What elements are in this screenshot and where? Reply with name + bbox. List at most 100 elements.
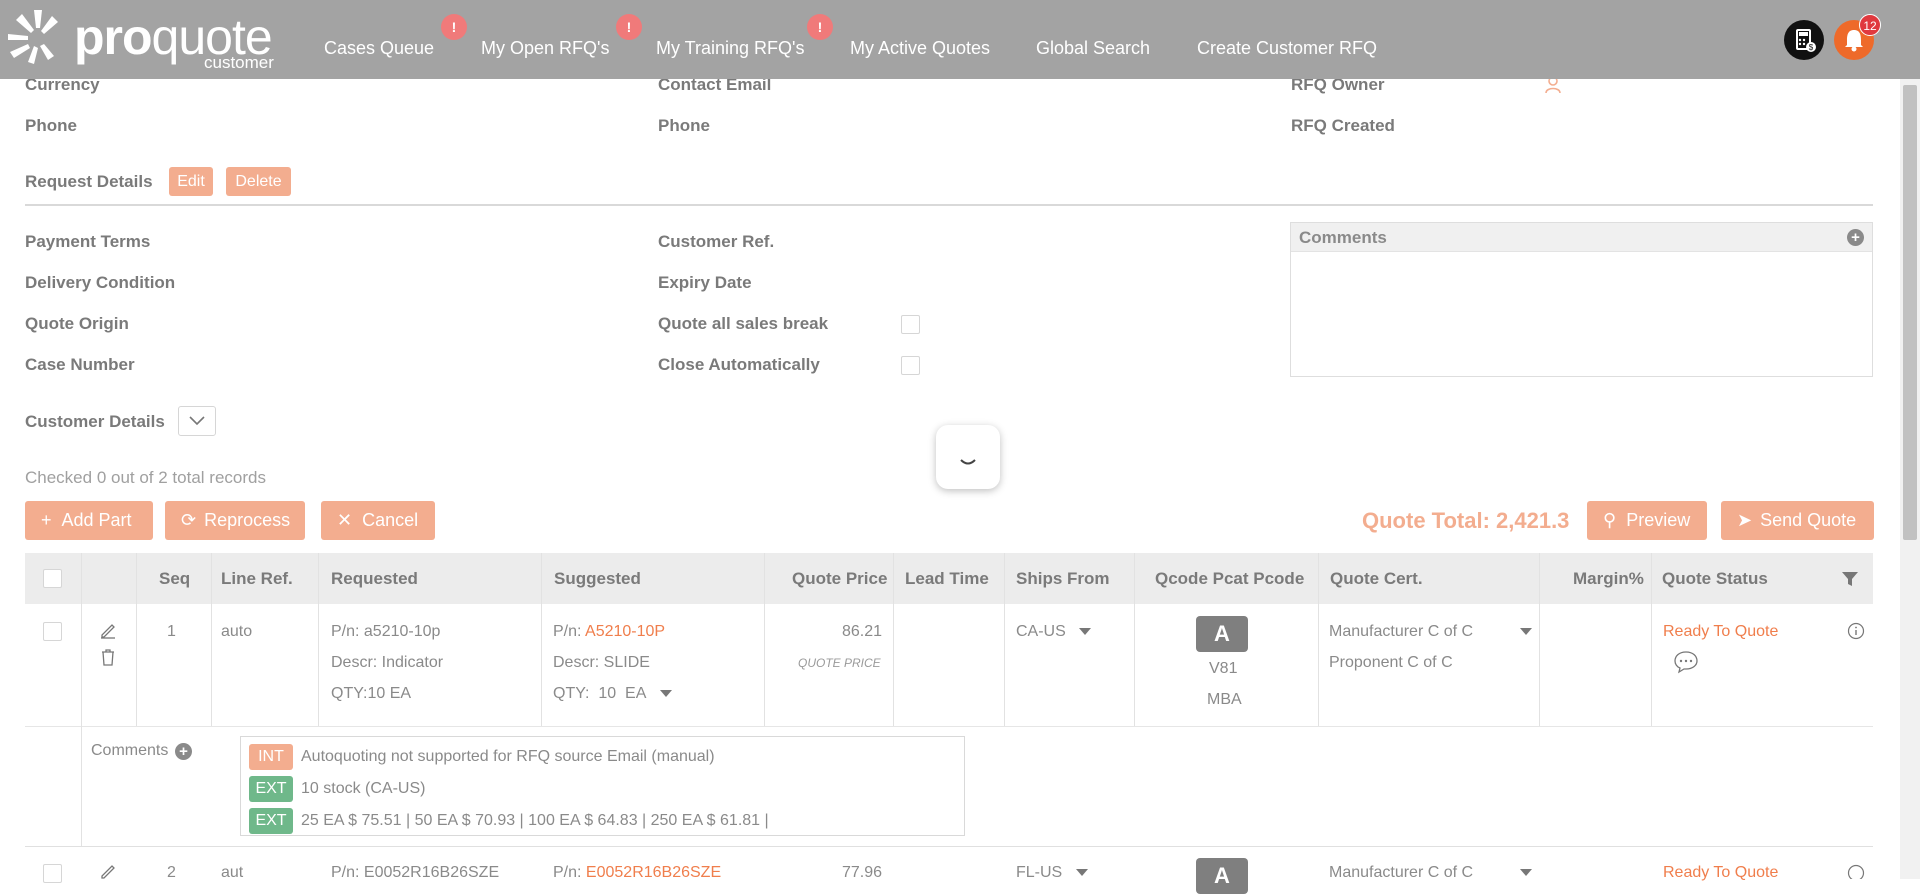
comments-panel-title: Comments: [1299, 228, 1387, 247]
unit-dropdown-caret-icon[interactable]: [659, 690, 672, 698]
requested-pn: P/n: E0052R16B26SZE: [331, 864, 500, 881]
quote-price-value: 86.21: [842, 623, 883, 640]
qcode-badge: A: [1196, 858, 1248, 894]
column-divider: [1651, 553, 1652, 726]
quote-cert-primary: Manufacturer C of C: [1329, 864, 1474, 881]
info-icon[interactable]: [1847, 622, 1865, 640]
suggested-qty[interactable]: QTY: 10 EA: [553, 685, 672, 703]
column-header-seq[interactable]: Seq: [159, 553, 190, 604]
row-checkbox[interactable]: [43, 622, 62, 641]
send-quote-button[interactable]: ➤ Send Quote: [1721, 501, 1874, 540]
nav-my-training-rfqs[interactable]: My Training RFQ's: [656, 38, 804, 59]
expiry-date-label: Expiry Date: [658, 273, 752, 292]
column-header-quote-status[interactable]: Quote Status: [1662, 553, 1768, 604]
column-header-line-ref[interactable]: Line Ref.: [221, 553, 293, 604]
nav-create-customer-rfq[interactable]: Create Customer RFQ: [1197, 38, 1377, 59]
row-comments-label: Comments: [91, 742, 169, 759]
pcat-value: V81: [1209, 660, 1238, 677]
suggested-pn-link[interactable]: E0052R16B26SZE: [586, 864, 721, 881]
quote-total: Quote Total: 2,421.3: [1362, 508, 1570, 533]
calculator-icon: $: [1796, 29, 1816, 52]
suggested-pn-link[interactable]: A5210-10P: [585, 623, 665, 640]
select-all-checkbox[interactable]: [43, 569, 62, 588]
column-header-suggested[interactable]: Suggested: [554, 553, 641, 604]
records-status: Checked 0 out of 2 total records: [25, 468, 266, 487]
requested-qty: QTY:10 EA: [331, 685, 412, 702]
add-comment-icon[interactable]: +: [1847, 229, 1864, 246]
quote-price-caption: QUOTE PRICE: [798, 656, 881, 670]
row-divider: [25, 846, 1873, 847]
row-checkbox[interactable]: [43, 864, 62, 883]
quote-cert-dropdown-icon[interactable]: [1520, 628, 1532, 635]
chevron-down-icon: [189, 416, 205, 426]
quote-all-sales-break-checkbox[interactable]: [901, 315, 920, 334]
suggested-description: Descr: SLIDE: [553, 654, 650, 671]
ships-from-select[interactable]: CA-US: [1016, 623, 1092, 641]
send-icon: ➤: [1737, 510, 1753, 530]
filter-icon[interactable]: [1841, 570, 1859, 588]
column-divider: [318, 553, 319, 726]
edit-pencil-icon[interactable]: [99, 862, 117, 880]
chevron-down-icon: [1075, 869, 1088, 877]
phone-label: Phone: [25, 116, 77, 135]
comment-item: EXT 25 EA $ 75.51 | 50 EA $ 70.93 | 100 …: [249, 805, 956, 837]
reprocess-button[interactable]: ⟳ Reprocess: [165, 501, 305, 540]
column-header-quote-cert[interactable]: Quote Cert.: [1330, 553, 1423, 604]
info-icon[interactable]: [1847, 864, 1865, 879]
line-ref-cell: aut: [221, 864, 244, 881]
logo-subtitle: customer: [204, 53, 274, 72]
column-header-qcode-pcat-pcode[interactable]: Qcode Pcat Pcode: [1155, 553, 1304, 604]
quote-status[interactable]: Ready To Quote: [1663, 623, 1778, 641]
column-header-quote-price[interactable]: Quote Price: [792, 553, 887, 604]
seq-cell: 1: [167, 623, 176, 640]
loading-spinner: [936, 425, 1000, 489]
logo-mark-icon: [8, 10, 58, 64]
comment-item: EXT 10 stock (CA-US): [249, 773, 956, 805]
suggested-pn: P/n: A5210-10P: [553, 623, 666, 640]
top-navigation-bar: proquote customer Cases Queue ! My Open …: [0, 0, 1920, 79]
column-header-lead-time[interactable]: Lead Time: [905, 553, 989, 604]
column-header-requested[interactable]: Requested: [331, 553, 418, 604]
column-header-margin[interactable]: Margin%: [1573, 553, 1644, 604]
quote-status[interactable]: Ready To Quote: [1663, 864, 1778, 882]
column-divider: [541, 553, 542, 726]
add-part-button[interactable]: + Add Part: [25, 501, 153, 540]
customer-details-toggle[interactable]: [178, 406, 216, 436]
chat-bubble-icon[interactable]: [1673, 650, 1699, 674]
edit-button[interactable]: Edit: [169, 167, 213, 196]
spinner-icon: [960, 459, 976, 465]
scrollbar-thumb[interactable]: [1903, 85, 1917, 540]
column-header-ships-from[interactable]: Ships From: [1016, 553, 1110, 604]
calculator-button[interactable]: $: [1784, 20, 1824, 60]
column-divider: [81, 726, 82, 846]
column-divider: [1134, 553, 1135, 726]
quote-cert-dropdown-icon[interactable]: [1520, 869, 1532, 876]
edit-pencil-icon[interactable]: [99, 621, 117, 639]
trash-icon[interactable]: [99, 647, 117, 667]
row-comments-list: INT Autoquoting not supported for RFQ so…: [240, 736, 965, 836]
suggested-pn: P/n: E0052R16B26SZE: [553, 864, 722, 881]
comment-tag: EXT: [249, 808, 293, 834]
nav-cases-queue[interactable]: Cases Queue: [324, 38, 434, 59]
customer-details-label: Customer Details: [25, 412, 165, 431]
close-automatically-checkbox[interactable]: [901, 356, 920, 375]
delete-button[interactable]: Delete: [226, 167, 291, 196]
refresh-icon: ⟳: [181, 510, 197, 530]
proquote-logo[interactable]: proquote customer: [4, 6, 284, 72]
cancel-button[interactable]: ✕ Cancel: [321, 501, 435, 540]
pcode-value: MBA: [1207, 691, 1242, 708]
nav-my-active-quotes[interactable]: My Active Quotes: [850, 38, 990, 59]
add-row-comment-icon[interactable]: +: [175, 743, 192, 760]
column-divider: [1318, 553, 1319, 726]
rfq-created-label: RFQ Created: [1291, 116, 1395, 135]
quote-cert-secondary: Proponent C of C: [1329, 654, 1453, 671]
comment-item: INT Autoquoting not supported for RFQ so…: [249, 741, 956, 773]
comment-text: Autoquoting not supported for RFQ source…: [301, 748, 715, 765]
nav-my-open-rfqs[interactable]: My Open RFQ's: [481, 38, 609, 59]
ships-from-select[interactable]: FL-US: [1016, 864, 1088, 882]
close-automatically-label: Close Automatically: [658, 355, 820, 374]
preview-button[interactable]: ⚲ Preview: [1587, 501, 1707, 540]
comments-panel-header: Comments +: [1291, 223, 1872, 252]
nav-global-search[interactable]: Global Search: [1036, 38, 1150, 59]
requested-description: Descr: Indicator: [331, 654, 444, 671]
